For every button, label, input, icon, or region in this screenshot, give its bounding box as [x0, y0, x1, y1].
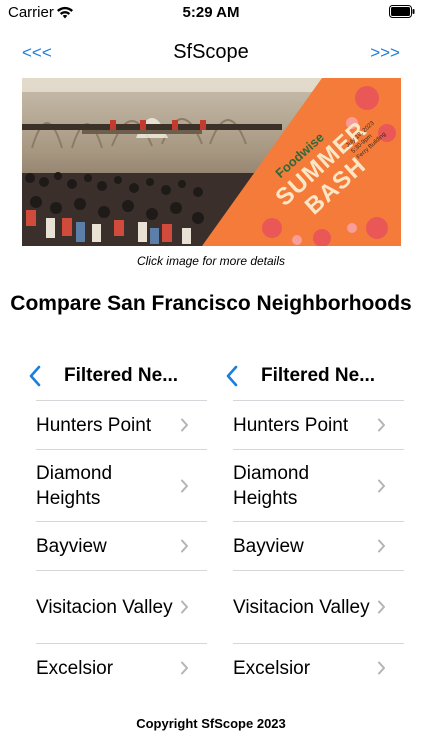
- page-heading: Compare San Francisco Neighborhoods: [10, 292, 412, 315]
- list-item-label: Excelsior: [233, 657, 311, 679]
- list-item[interactable]: Diamond Heights: [233, 449, 404, 521]
- list-item[interactable]: Hunters Point: [233, 400, 404, 449]
- chevron-right-icon: [378, 418, 385, 432]
- neighborhood-column-left: Filtered Ne... Hunters Point Diamond Hei…: [22, 360, 217, 679]
- event-banner-image[interactable]: Foodwise SUMMER BASH July 18, 2023 5:30-…: [22, 78, 401, 246]
- list-item-label: Hunters Point: [36, 414, 152, 436]
- chevron-right-icon: [378, 600, 385, 614]
- battery-icon: [389, 5, 415, 18]
- list-item-label: Visitacion Valley: [36, 596, 173, 618]
- neighborhood-column-right: Filtered Ne... Hunters Point Diamond Hei…: [219, 360, 414, 679]
- list-item[interactable]: Excelsior: [233, 643, 404, 692]
- list-item[interactable]: Excelsior: [36, 643, 207, 692]
- column-title: Filtered Ne...: [64, 365, 179, 386]
- status-time: 5:29 AM: [182, 4, 240, 21]
- list-item[interactable]: Hunters Point: [36, 400, 207, 449]
- banner-caption: Click image for more details: [136, 254, 286, 268]
- column-header: Filtered Ne...: [22, 360, 217, 400]
- neighborhood-list: Hunters Point Diamond Heights Bayview Vi…: [233, 400, 404, 692]
- column-header: Filtered Ne...: [219, 360, 414, 400]
- copyright-footer: Copyright SfScope 2023: [136, 716, 286, 731]
- list-item[interactable]: Visitacion Valley: [233, 570, 404, 643]
- list-item-label: Bayview: [36, 535, 107, 557]
- chevron-right-icon: [378, 479, 385, 492]
- chevron-left-icon[interactable]: [28, 365, 42, 387]
- status-bar: Carrier 5:29 AM: [0, 0, 422, 26]
- list-item-label: Diamond Heights: [233, 462, 310, 509]
- list-item[interactable]: Bayview: [233, 521, 404, 570]
- chevron-right-icon: [181, 479, 188, 492]
- list-item-label: Diamond Heights: [36, 462, 113, 509]
- list-item[interactable]: Diamond Heights: [36, 449, 207, 521]
- list-item-label: Bayview: [233, 535, 304, 557]
- list-item-label: Hunters Point: [233, 414, 349, 436]
- neighborhood-list: Hunters Point Diamond Heights Bayview Vi…: [36, 400, 207, 692]
- chevron-right-icon: [181, 661, 188, 675]
- list-item[interactable]: Visitacion Valley: [36, 570, 207, 643]
- chevron-right-icon: [378, 661, 385, 675]
- chevron-right-icon: [378, 539, 385, 553]
- list-item[interactable]: Bayview: [36, 521, 207, 570]
- list-item-label: Visitacion Valley: [233, 596, 370, 618]
- app-title: SfScope: [173, 41, 249, 63]
- list-item-label: Excelsior: [36, 657, 114, 679]
- chevron-right-icon: [181, 539, 188, 553]
- next-button[interactable]: >>>: [370, 43, 400, 63]
- chevron-left-icon[interactable]: [225, 365, 239, 387]
- chevron-right-icon: [181, 418, 188, 432]
- chevron-right-icon: [181, 600, 188, 614]
- column-title: Filtered Ne...: [261, 365, 376, 386]
- banner-illustration: Foodwise SUMMER BASH July 18, 2023 5:30-…: [22, 78, 401, 246]
